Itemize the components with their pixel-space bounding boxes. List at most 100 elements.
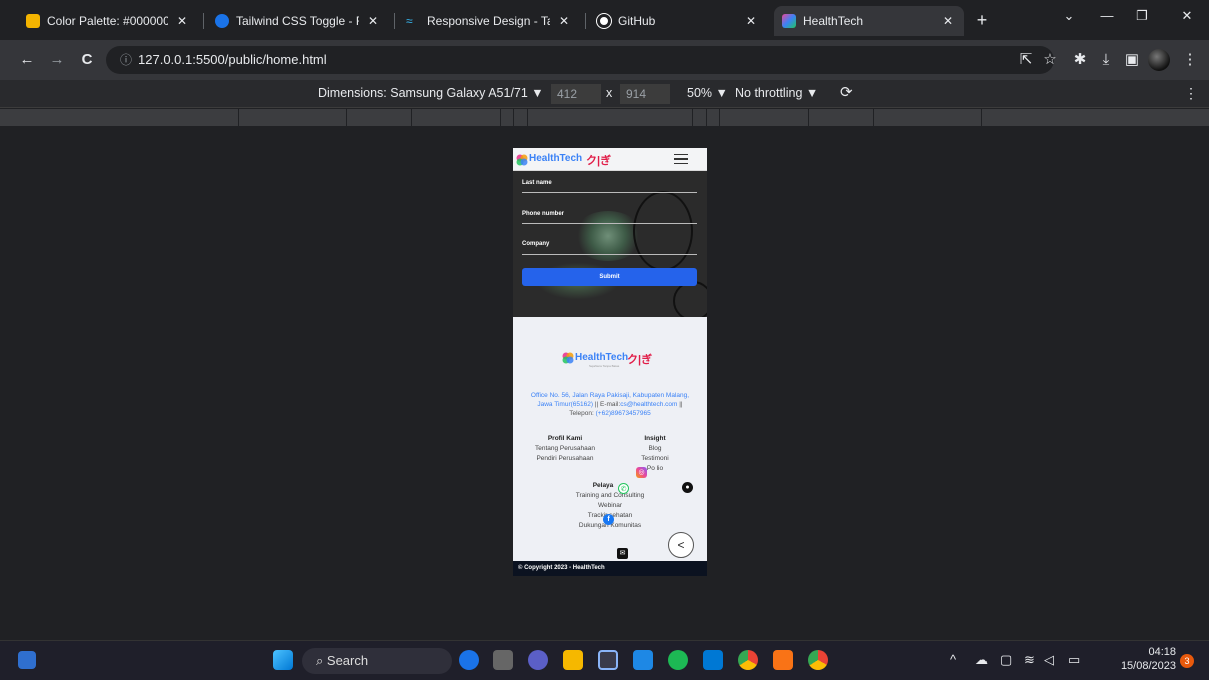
xampp-icon[interactable] [773, 650, 793, 670]
page-navbar: HealthTech ク|ぎ [513, 148, 707, 171]
width-input[interactable]: 412 [551, 84, 601, 104]
close-icon[interactable]: ✕ [743, 14, 759, 28]
bookmark-star-icon[interactable]: ☆ [1040, 50, 1060, 70]
teams-chat-icon[interactable] [528, 650, 548, 670]
vscode-icon[interactable] [703, 650, 723, 670]
task-view-icon[interactable] [493, 650, 513, 670]
wifi-icon[interactable]: ≋ [1024, 652, 1035, 668]
file-explorer-icon[interactable] [563, 650, 583, 670]
url-text: 127.0.0.1:5500/public/home.html [138, 52, 327, 67]
facebook-icon[interactable]: f [603, 514, 614, 525]
close-window-icon[interactable]: ✕ [1176, 8, 1198, 24]
side-panel-icon[interactable]: ▣ [1122, 50, 1142, 70]
app-l-icon[interactable] [633, 650, 653, 670]
media-query-divider [808, 109, 809, 126]
chrome-menu-icon[interactable]: ⋮ [1180, 50, 1200, 70]
palette-favicon-icon [26, 14, 40, 28]
media-query-divider [873, 109, 874, 126]
back-arrow-icon[interactable]: ← [18, 52, 36, 68]
media-query-divider [981, 109, 982, 126]
hamburger-menu-icon[interactable] [674, 154, 688, 164]
tab-search-chevron-icon[interactable]: ⌄ [1058, 8, 1080, 24]
whatsapp-icon[interactable]: ✆ [618, 483, 629, 494]
last-name-label: Last name [522, 180, 552, 186]
instagram-icon[interactable]: ◎ [636, 467, 647, 478]
notification-badge[interactable]: 3 [1180, 654, 1194, 668]
email-link[interactable]: cs@healthtech.com [620, 401, 677, 408]
footer-link[interactable]: Training and Consulting [553, 491, 667, 501]
tray-overflow-icon[interactable]: ^ [950, 652, 956, 667]
footer-link[interactable]: Webinar [553, 501, 667, 511]
media-query-divider [513, 109, 514, 126]
rotate-icon[interactable]: ⟳ [840, 83, 853, 101]
footer-link[interactable]: Tentang Perusahaan [523, 444, 607, 454]
meet-icon[interactable]: ▢ [1000, 652, 1012, 668]
footer-link[interactable]: Testimoni [623, 454, 687, 464]
site-info-icon[interactable]: ⓘ [120, 53, 132, 67]
close-icon[interactable]: ✕ [174, 14, 190, 28]
healthtech-logo-icon [516, 154, 528, 166]
bing-icon[interactable] [459, 650, 479, 670]
phone-link[interactable]: (+62)89673457965 [596, 410, 651, 417]
tab-github[interactable]: GitHub ✕ [589, 6, 767, 36]
email-icon[interactable]: ✉ [617, 548, 628, 559]
media-query-divider [346, 109, 347, 126]
onedrive-icon[interactable]: ☁ [975, 652, 988, 668]
restore-icon[interactable]: ❐ [1131, 8, 1153, 24]
taskbar-search[interactable]: ⌕ Search [302, 648, 452, 674]
tab-color-palette[interactable]: Color Palette: #000000 #4 ✕ [18, 6, 198, 36]
new-tab-button[interactable]: + [972, 10, 992, 30]
tailwind-favicon-icon: ≈ [406, 14, 413, 28]
last-name-field[interactable] [522, 192, 697, 193]
media-query-divider [706, 109, 707, 126]
footer-address: Office No. 56, Jalan Raya Pakisaji, Kabu… [530, 392, 690, 417]
close-icon[interactable]: ✕ [365, 14, 381, 28]
phone-field[interactable] [522, 223, 697, 224]
share-icon[interactable]: < [668, 532, 694, 558]
store-icon[interactable] [598, 650, 618, 670]
minimize-icon[interactable]: — [1096, 8, 1118, 23]
device-select[interactable]: Dimensions: Samsung Galaxy A51/71 ▼ [318, 86, 544, 100]
media-query-bar[interactable] [0, 109, 1209, 126]
footer-link[interactable]: Blog [623, 444, 687, 454]
media-query-divider [500, 109, 501, 126]
forward-arrow-icon[interactable]: → [48, 52, 66, 68]
browser-tab-strip: Color Palette: #000000 #4 ✕ Tailwind CSS… [0, 0, 1209, 40]
widgets-icon[interactable] [18, 651, 36, 669]
tab-tailwind-toggle[interactable]: Tailwind CSS Toggle - Flo ✕ [207, 6, 389, 36]
github-icon[interactable]: ● [682, 482, 693, 493]
close-icon[interactable]: ✕ [940, 14, 956, 28]
chrome-profile-icon[interactable] [808, 650, 828, 670]
flowbite-favicon-icon [215, 14, 229, 28]
download-icon[interactable]: ⤓ [1096, 50, 1116, 70]
extensions-icon[interactable]: ✱ [1070, 50, 1090, 70]
share-page-icon[interactable]: ⇱ [1016, 50, 1036, 70]
footer-logo: HealthTech Sejahtera Tanpa Batas ク|ぎ [561, 351, 671, 371]
tab-healthtech[interactable]: HealthTech ✕ [774, 6, 964, 36]
company-field[interactable] [522, 254, 697, 255]
height-input[interactable]: 914 [620, 84, 670, 104]
reload-icon[interactable]: C [78, 52, 96, 68]
copyright-bar: © Copyright 2023 - HealthTech [513, 561, 707, 576]
chrome-icon[interactable] [738, 650, 758, 670]
tab-responsive-design[interactable]: ≈ Responsive Design - Tailw ✕ [398, 6, 580, 36]
tab-divider [394, 13, 395, 29]
taskbar-clock[interactable]: 04:18 15/08/2023 [1108, 645, 1176, 673]
zoom-select[interactable]: 50% ▼ [687, 86, 728, 100]
brand-name: HealthTech [529, 153, 583, 164]
throttling-select[interactable]: No throttling ▼ [735, 86, 818, 100]
media-query-divider [527, 109, 528, 126]
close-icon[interactable]: ✕ [556, 14, 572, 28]
address-bar[interactable]: ⓘ 127.0.0.1:5500/public/home.html [106, 46, 1054, 74]
battery-icon[interactable]: ▭ [1068, 652, 1080, 668]
footer-link[interactable]: Po lio [623, 464, 687, 474]
spotify-icon[interactable] [668, 650, 688, 670]
media-query-divider [411, 109, 412, 126]
device-menu-icon[interactable]: ⋮ [1184, 85, 1198, 102]
start-icon[interactable] [273, 650, 293, 670]
footer-link[interactable]: Pendiri Perusahaan [523, 454, 607, 464]
volume-icon[interactable]: ◁ [1044, 652, 1054, 668]
footer-brand-tagline: Sejahtera Tanpa Batas [589, 364, 620, 368]
submit-button[interactable]: Submit [522, 268, 697, 286]
profile-avatar[interactable] [1148, 49, 1170, 71]
